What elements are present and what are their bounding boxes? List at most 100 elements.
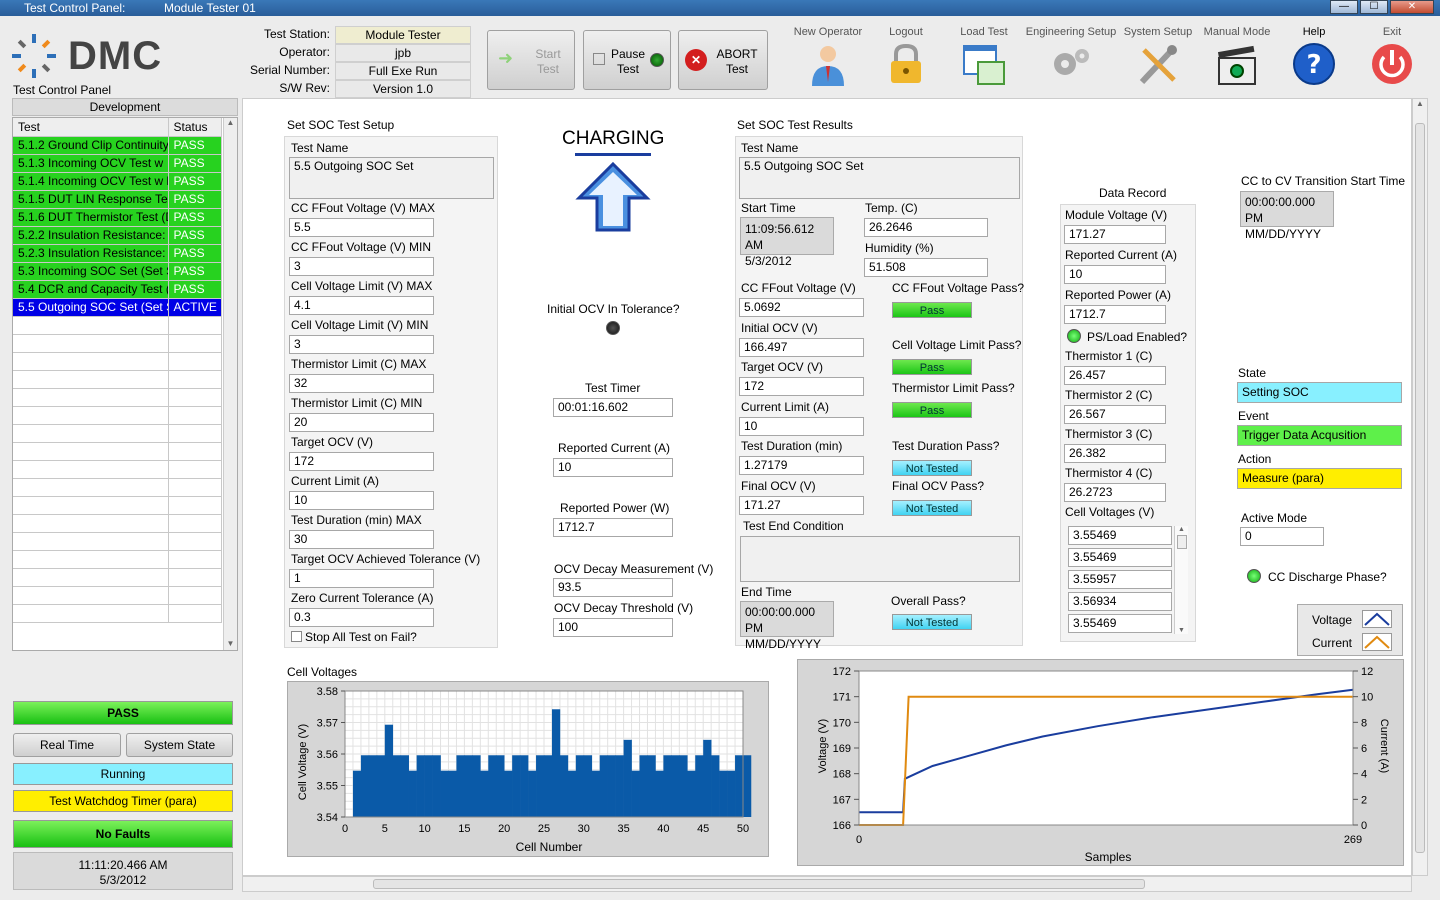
setup-field-input[interactable]: 30 (289, 530, 434, 549)
y-tick-label: 170 (833, 717, 851, 729)
ps-load-led (1067, 329, 1081, 343)
logout-button[interactable]: Logout (876, 26, 936, 89)
active-mode-value[interactable]: 0 (1240, 527, 1324, 546)
horizontal-scroll-thumb[interactable] (373, 879, 1145, 889)
transition-date: MM/DD/YYYY (1245, 227, 1322, 241)
scroll-down-icon[interactable]: ▼ (1175, 627, 1188, 634)
table-row[interactable]: 5.3 Incoming SOC Set (Set S(PASS (13, 262, 222, 281)
checkbox-icon[interactable] (291, 631, 302, 642)
results-test-name-field: 5.5 Outgoing SOC Set (739, 157, 1020, 199)
y-tick-label: 3.58 (317, 686, 338, 698)
new-operator-button[interactable]: New Operator (790, 26, 866, 89)
system-setup-button[interactable]: System Setup (1120, 26, 1196, 89)
setup-field-input[interactable]: 3 (289, 335, 434, 354)
setup-field-input[interactable]: 10 (289, 491, 434, 510)
minimize-button[interactable]: — (1330, 0, 1358, 14)
table-row[interactable]: 5.1.6 DUT Thermistor Test (D PASS (13, 208, 222, 227)
start-test-button[interactable]: ➜ Start Test (487, 30, 575, 90)
pass-check-label: Test Duration Pass? (892, 439, 1000, 453)
scroll-up-icon[interactable]: ▲ (224, 118, 237, 127)
setup-field-input[interactable]: 5.5 (289, 218, 434, 237)
table-row[interactable]: 5.4 DCR and Capacity Test (I PASS (13, 280, 222, 299)
result-field-label: Initial OCV (V) (741, 320, 818, 335)
table-row[interactable]: 5.1.4 Incoming OCV Test w l PASS (13, 172, 222, 191)
x-tick-label: 45 (697, 823, 709, 835)
load-test-button[interactable]: Load Test (950, 26, 1018, 89)
operator-label: Operator: (279, 45, 330, 59)
cell-voltages-list[interactable]: ▲ ▼ 3.55469 3.55469 3.55957 3.56934 3.55469 (1064, 522, 1188, 637)
stop-on-fail-checkbox[interactable]: Stop All Test on Fail? (291, 630, 417, 644)
maximize-button[interactable]: ☐ (1360, 0, 1388, 14)
setup-field-input[interactable]: 4.1 (289, 296, 434, 315)
result-field-value: 166.497 (739, 337, 864, 357)
scroll-down-icon[interactable]: ▼ (224, 639, 237, 648)
start-label-2: Test (536, 62, 559, 76)
horizontal-scrollbar[interactable] (242, 876, 1412, 892)
record-field-label: Reported Current (A) (1065, 248, 1178, 262)
col-header-status[interactable]: Status (168, 118, 222, 137)
pass-check-label: Final OCV Pass? (892, 479, 985, 493)
setup-field-input[interactable]: 1 (289, 569, 434, 588)
ocv-threshold-label: OCV Decay Threshold (V) (554, 601, 694, 615)
close-button[interactable]: ✕ (1390, 0, 1434, 14)
pause-test-button[interactable]: Pause Test (583, 30, 671, 90)
table-row[interactable]: 5.1.2 Ground Clip Continuity PASS (13, 136, 222, 155)
transition-label: CC to CV Transition Start Time (1241, 174, 1406, 188)
engineering-setup-button[interactable]: Engineering Setup (1024, 26, 1118, 89)
scroll-up-icon[interactable]: ▲ (1413, 99, 1427, 108)
setup-title: Set SOC Test Setup (287, 118, 395, 132)
setup-field-input[interactable]: 0.3 (289, 608, 434, 627)
test-list[interactable]: Test Status 5.1.2 Ground Clip Continuity P… (12, 117, 238, 651)
manual-mode-button[interactable]: Manual Mode (1202, 26, 1272, 89)
test-status: PASS (168, 172, 222, 191)
end-time-field: 00:00:00.000 PM MM/DD/YYYY (740, 601, 834, 651)
cell-list-scrollbar[interactable]: ▲ ▼ (1174, 526, 1188, 634)
table-row[interactable]: 5.2.3 Insulation Resistance: (PASS (13, 244, 222, 263)
ocv-threshold-value[interactable]: 100 (553, 618, 673, 637)
setup-field-input[interactable]: 32 (289, 374, 434, 393)
pause-label-1: Pause (610, 47, 646, 61)
col-header-test[interactable]: Test (13, 118, 169, 137)
cell-voltage-bar (384, 724, 394, 817)
vertical-scroll-thumb[interactable] (1415, 123, 1425, 853)
setup-field-input[interactable]: 3 (289, 257, 434, 276)
abort-test-button[interactable]: ✕ ABORT Test (678, 30, 768, 90)
cell-voltage-chart-svg: 0 5 10 15 20 25 30 35 40 45 50 3.54 3.55 3.56 3.57 3.58 (317, 686, 752, 835)
table-row[interactable]: 5.1.5 DUT LIN Response Test PASS (13, 190, 222, 209)
window-subtitle: Module Tester 01 (164, 1, 256, 15)
pause-icon (593, 53, 605, 65)
system-state-button[interactable]: System State (126, 733, 233, 757)
cell-voltage-chart: 0 5 10 15 20 25 30 35 40 45 50 3.54 3.55 3.56 3.57 3.58… (287, 681, 769, 857)
table-row[interactable]: 5.2.2 Insulation Resistance: (PASS (13, 226, 222, 245)
cell-voltage-bar (655, 770, 664, 817)
record-field-value: 10 (1064, 265, 1166, 284)
chart-legend: Voltage Current (1297, 604, 1403, 656)
cell-voltage-bar (647, 755, 656, 817)
cell-voltages-label: Cell Voltages (V) (1065, 505, 1155, 519)
window-title-bar: Test Control Panel: Module Tester 01 (0, 0, 1440, 16)
record-field-label: Reported Power (A) (1065, 288, 1172, 302)
cell-voltage-bar (496, 755, 505, 817)
scroll-up-icon[interactable]: ▲ (1175, 526, 1188, 533)
vertical-scrollbar[interactable]: ▲ (1412, 98, 1428, 876)
ocv-decay-value[interactable]: 93.5 (553, 578, 673, 597)
result-field-value: 10 (739, 416, 864, 436)
abort-icon: ✕ (685, 49, 707, 71)
setup-field-input[interactable]: 172 (289, 452, 434, 471)
test-list-scrollbar[interactable]: ▲ ▼ (223, 118, 237, 650)
y2-tick-label: 6 (1361, 743, 1367, 755)
table-row[interactable]: 5.1.3 Incoming OCV Test w PASS (13, 154, 222, 173)
mid-current-value: 10 (553, 458, 673, 477)
setup-field-input[interactable]: 20 (289, 413, 434, 432)
serial-label: Serial Number: (249, 63, 330, 77)
real-time-button[interactable]: Real Time (13, 733, 121, 757)
station-label: Test Station: (263, 27, 330, 41)
setup-field-label: Thermistor Limit (C) MAX (291, 357, 427, 371)
event-value: Trigger Data Acqusition (1237, 425, 1402, 446)
exit-button[interactable]: Exit (1364, 26, 1420, 89)
cell-voltage-bar (703, 739, 712, 817)
cell-list-scroll-thumb[interactable] (1176, 535, 1187, 549)
help-button[interactable]: Help ? (1286, 26, 1342, 89)
table-row-active[interactable]: 5.5 Outgoing SOC Set (Set S(ACTIVE (13, 298, 222, 317)
setup-test-name-field[interactable]: 5.5 Outgoing SOC Set (289, 157, 494, 199)
